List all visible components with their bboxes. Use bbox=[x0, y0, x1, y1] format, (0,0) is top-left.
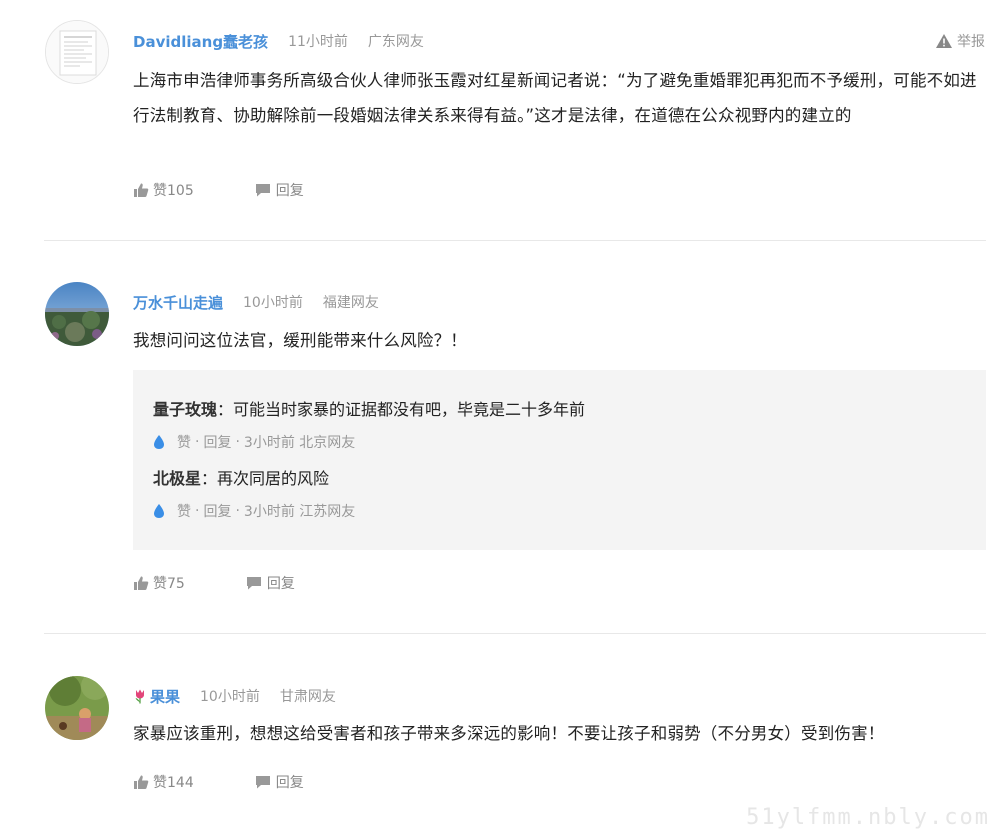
comment-location: 福建网友 bbox=[322, 295, 379, 311]
comment-location: 广东网友 bbox=[367, 34, 424, 50]
reply-reply-button[interactable]: 回复 bbox=[203, 432, 231, 452]
reply-text: ：可能当时家暴的证据都没有吧，毕竟是二十多年前 bbox=[217, 400, 586, 419]
reply-list: 量子玫瑰：可能当时家暴的证据都没有吧，毕竟是二十多年前 赞 · 回复 · 3小时… bbox=[133, 370, 986, 550]
divider bbox=[44, 240, 986, 241]
report-label: 举报 bbox=[957, 34, 985, 50]
reply-button[interactable]: 回复 bbox=[254, 180, 304, 200]
avatar[interactable] bbox=[45, 282, 109, 346]
reply-label: 回复 bbox=[275, 775, 304, 791]
comment-text: 我想问问这位法官，缓刑能带来什么风险？！ bbox=[133, 331, 467, 350]
reply-meta: 3小时前 江苏网友 bbox=[243, 504, 356, 520]
comment-time: 11小时前 bbox=[288, 34, 348, 50]
separator-dot: · bbox=[235, 434, 240, 450]
reply-item: 量子玫瑰：可能当时家暴的证据都没有吧，毕竟是二十多年前 赞 · 回复 · 3小时… bbox=[153, 396, 585, 452]
reply-like-button[interactable]: 赞 bbox=[177, 432, 191, 452]
reply-like-button[interactable]: 赞 bbox=[177, 501, 191, 521]
username[interactable]: Davidliang蠢老孩 bbox=[133, 31, 268, 52]
watermark: 51ylfmm.nbly.com bbox=[746, 805, 990, 830]
like-count: 赞144 bbox=[153, 775, 194, 791]
separator-dot: · bbox=[195, 434, 200, 450]
thumbs-up-icon bbox=[134, 183, 149, 197]
thumbs-up-icon bbox=[134, 775, 149, 789]
comment-location: 甘肃网友 bbox=[279, 689, 336, 705]
divider bbox=[44, 633, 986, 634]
comment-text: 家暴应该重刑，想想这给受害者和孩子带来多深远的影响！不要让孩子和弱势（不分男女）… bbox=[133, 724, 885, 743]
separator-dot: · bbox=[235, 503, 240, 519]
like-drop-icon[interactable] bbox=[153, 503, 165, 519]
comment-bubble-icon bbox=[255, 776, 270, 789]
like-count: 赞105 bbox=[153, 183, 194, 199]
reply-item: 北极星：再次同居的风险 赞 · 回复 · 3小时前 江苏网友 bbox=[153, 465, 359, 521]
username[interactable]: 果果 bbox=[150, 686, 180, 707]
like-count: 赞75 bbox=[153, 576, 185, 592]
separator-dot: · bbox=[195, 503, 200, 519]
reply-username[interactable]: 量子玫瑰 bbox=[153, 400, 217, 419]
like-button[interactable]: 赞75 bbox=[133, 573, 185, 593]
comment-time: 10小时前 bbox=[243, 295, 303, 311]
comment-bubble-icon bbox=[246, 577, 261, 590]
avatar[interactable] bbox=[45, 20, 109, 84]
thumbs-up-icon bbox=[134, 576, 149, 590]
comment-bubble-icon bbox=[255, 184, 270, 197]
reply-label: 回复 bbox=[275, 183, 304, 199]
tulip-icon bbox=[135, 689, 144, 704]
reply-label: 回复 bbox=[266, 576, 295, 592]
like-drop-icon[interactable] bbox=[153, 434, 165, 450]
reply-text: ：再次同居的风险 bbox=[201, 469, 330, 488]
avatar[interactable] bbox=[45, 676, 109, 740]
reply-username[interactable]: 北极星 bbox=[153, 469, 201, 488]
comment-text: 上海市申浩律师事务所高级合伙人律师张玉霞对红星新闻记者说：“为了避免重婚罪犯再犯… bbox=[133, 71, 977, 125]
like-button[interactable]: 赞105 bbox=[133, 180, 194, 200]
like-button[interactable]: 赞144 bbox=[133, 772, 194, 792]
warning-icon bbox=[936, 34, 952, 48]
username[interactable]: 万水千山走遍 bbox=[133, 292, 223, 313]
report-button[interactable]: 举报 bbox=[935, 30, 985, 52]
reply-reply-button[interactable]: 回复 bbox=[203, 501, 231, 521]
comment-time: 10小时前 bbox=[200, 689, 260, 705]
reply-button[interactable]: 回复 bbox=[245, 573, 295, 593]
reply-meta: 3小时前 北京网友 bbox=[243, 435, 356, 451]
reply-button[interactable]: 回复 bbox=[254, 772, 304, 792]
